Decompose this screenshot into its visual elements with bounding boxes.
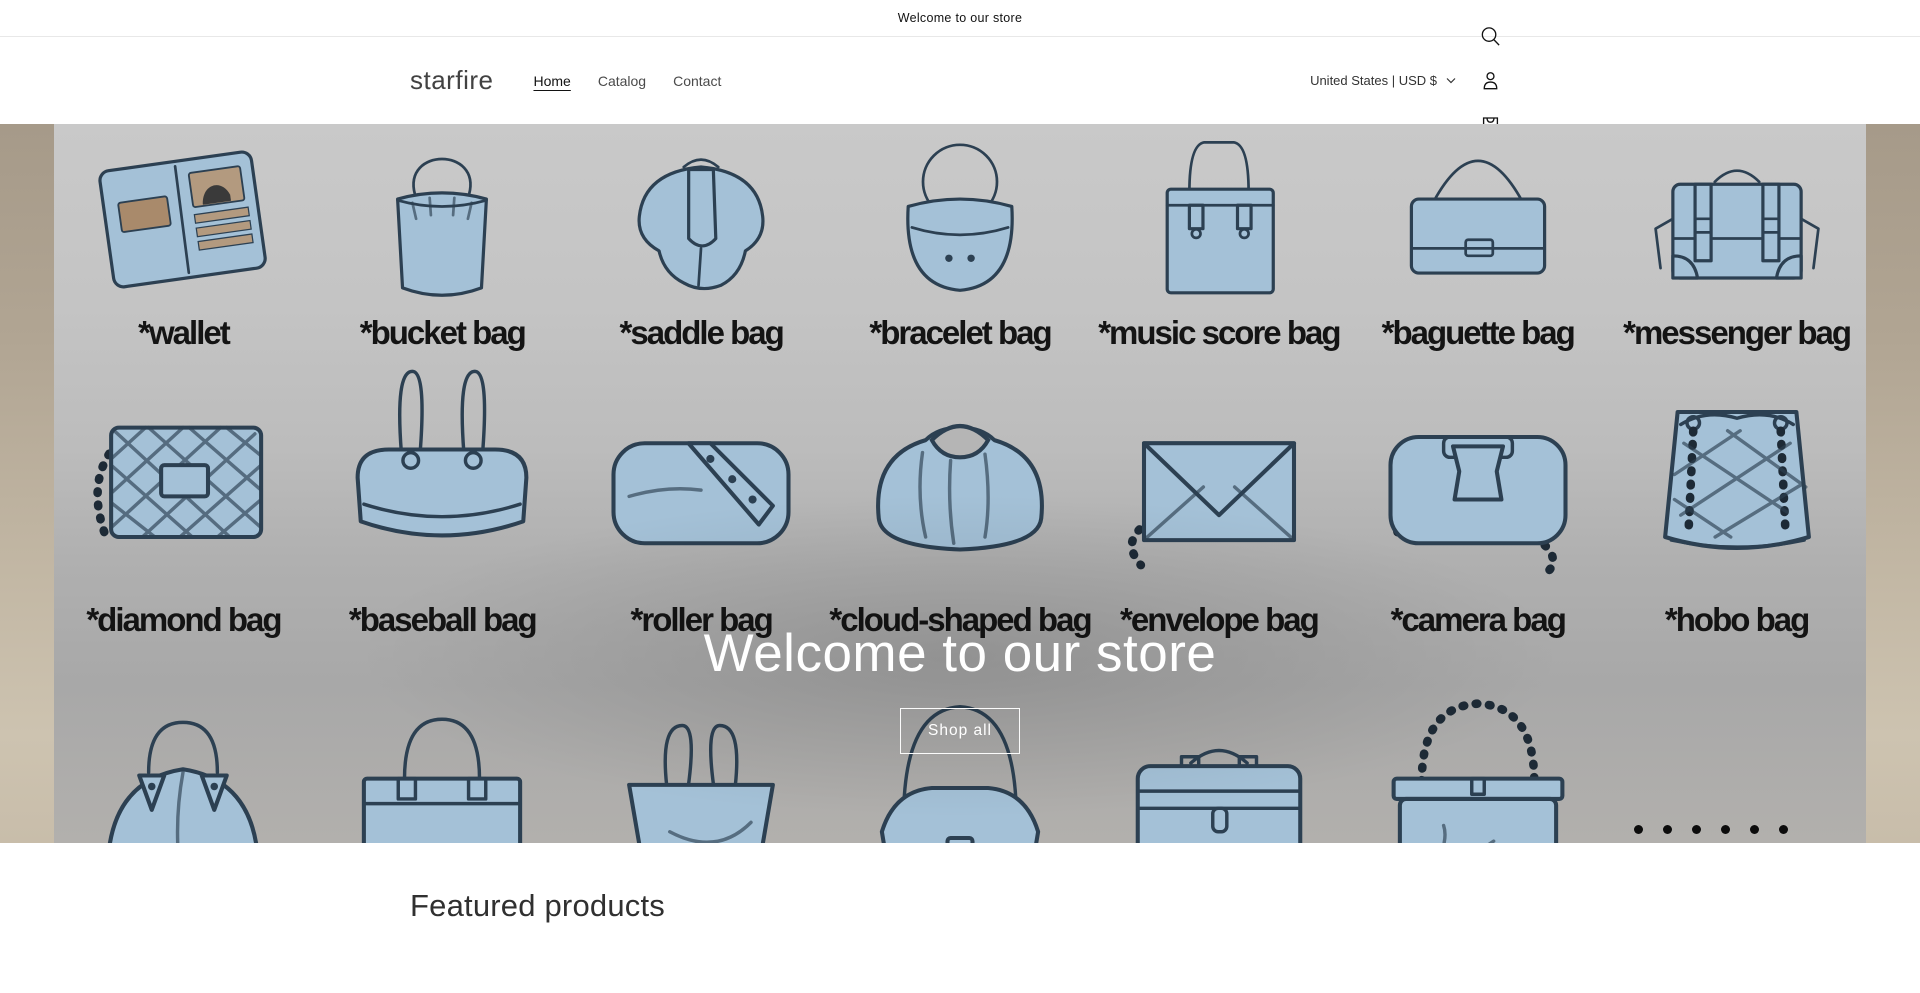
locale-label: United States | USD $	[1310, 73, 1437, 88]
bag-cell-none	[1607, 688, 1866, 843]
baseball-bag-illustration	[317, 362, 567, 602]
bag-cell-pearl	[1348, 688, 1607, 843]
bag-cell-bracelet: *bracelet bag	[831, 130, 1090, 351]
bag-cell-diamond: *diamond bag	[54, 362, 313, 638]
search-icon	[1479, 25, 1502, 48]
main-nav: Home Catalog Contact	[533, 73, 721, 89]
nav-link-contact[interactable]: Contact	[673, 73, 721, 89]
bag-cell-baseball: *baseball bag	[313, 362, 572, 638]
envelope-bag-illustration	[1094, 362, 1344, 602]
bag-cell-trapezoid-tote	[572, 688, 831, 843]
storefront-page: Welcome to our store starfire Home Catalo…	[0, 0, 1920, 993]
roller-bag-illustration	[576, 362, 826, 602]
announcement-text: Welcome to our store	[898, 11, 1023, 25]
bag-cell-dome	[54, 688, 313, 843]
featured-products-heading: Featured products	[410, 888, 1920, 924]
store-logo[interactable]: starfire	[410, 65, 493, 96]
announcement-bar: Welcome to our store	[0, 0, 1920, 37]
tote-bag-illustration	[317, 688, 567, 843]
bucket-bag-illustration	[343, 130, 541, 315]
diamond-bag-illustration	[58, 362, 308, 602]
hobo-bag-illustration	[1612, 362, 1862, 602]
trapezoid-tote-bag-illustration	[576, 688, 826, 843]
nav-link-home[interactable]: Home	[533, 73, 570, 89]
bag-cell-hobo: *hobo bag	[1607, 362, 1866, 638]
locale-selector[interactable]: United States | USD $	[1310, 73, 1456, 88]
bag-label: *baguette bag	[1382, 315, 1574, 351]
bag-cell-cloud: *cloud-shaped bag	[831, 362, 1090, 638]
bag-cell-music-score: *music score bag	[1089, 130, 1348, 351]
bag-cell-tote	[313, 688, 572, 843]
bag-label: *bucket bag	[360, 315, 525, 351]
bag-label: *music score bag	[1098, 315, 1339, 351]
slideshow-dots	[1634, 825, 1788, 834]
bag-cell-roller: *roller bag	[572, 362, 831, 638]
slideshow-dot-6[interactable]	[1779, 825, 1788, 834]
pearl-bag-illustration	[1353, 688, 1603, 843]
slideshow-dot-4[interactable]	[1721, 825, 1730, 834]
wallet-bag-illustration	[84, 130, 282, 315]
bag-cell-saddle: *saddle bag	[572, 130, 831, 351]
slideshow-dot-1[interactable]	[1634, 825, 1643, 834]
bag-cell-camera: *camera bag	[1348, 362, 1607, 638]
bag-cell-briefcase	[1089, 688, 1348, 843]
chevron-down-icon	[1446, 77, 1456, 84]
music-score-bag-illustration	[1120, 130, 1318, 315]
bag-cell-messenger: *messenger bag	[1607, 130, 1866, 351]
hero-headline: Welcome to our store	[0, 622, 1920, 686]
bag-cell-bucket: *bucket bag	[313, 130, 572, 351]
hero-content: Welcome to our store	[0, 622, 1920, 686]
bag-chart-row-2: *diamond bag*baseball bag*roller bag*clo…	[54, 362, 1866, 638]
site-header: starfire Home Catalog Contact United State…	[0, 37, 1920, 124]
slideshow-dot-3[interactable]	[1692, 825, 1701, 834]
briefcase-bag-illustration	[1094, 688, 1344, 843]
messenger-bag-illustration	[1638, 130, 1836, 315]
shop-all-button[interactable]: Shop all	[900, 708, 1020, 754]
bag-label: *messenger bag	[1623, 315, 1850, 351]
nav-link-catalog[interactable]: Catalog	[598, 73, 646, 89]
hero-slideshow: *wallet *bucket bag *saddle bag *bracelet b…	[0, 124, 1920, 843]
camera-bag-illustration	[1353, 362, 1603, 602]
bag-cell-baguette: *baguette bag	[1348, 130, 1607, 351]
slideshow-dot-5[interactable]	[1750, 825, 1759, 834]
bag-chart-row-1: *wallet *bucket bag *saddle bag *bracelet b…	[54, 130, 1866, 351]
featured-products-section: Featured products	[0, 843, 1920, 993]
cloud-bag-illustration	[835, 362, 1085, 602]
bracelet-bag-illustration	[861, 130, 1059, 315]
baguette-bag-illustration	[1379, 130, 1577, 315]
slideshow-dot-2[interactable]	[1663, 825, 1672, 834]
dome-bag-illustration	[58, 688, 308, 843]
bag-label: *saddle bag	[620, 315, 783, 351]
account-icon	[1479, 69, 1502, 92]
bag-label: *bracelet bag	[869, 315, 1050, 351]
bag-cell-envelope: *envelope bag	[1089, 362, 1348, 638]
saddle-bag-illustration	[602, 130, 800, 315]
bag-cell-wallet: *wallet	[54, 130, 313, 351]
search-button[interactable]	[1468, 15, 1512, 59]
header-left-group: starfire Home Catalog Contact	[410, 65, 721, 96]
account-button[interactable]	[1468, 59, 1512, 103]
bag-label: *wallet	[138, 315, 229, 351]
